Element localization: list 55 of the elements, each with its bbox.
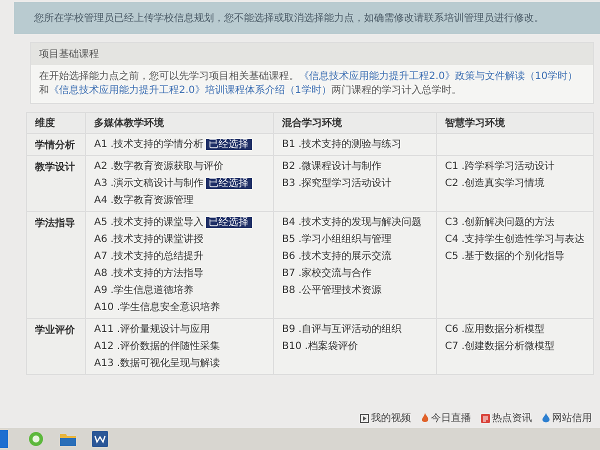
notice-message: 您所在学校管理员已经上传学校信息规划，您不能选择或取消选择能力点，如确需修改请联系培训管理员进行修改。 <box>14 2 600 34</box>
ability-item[interactable]: A8 .技术支持的方法指导 <box>94 268 204 279</box>
dimension-label: 学法指导 <box>35 218 75 229</box>
ability-item[interactable]: B7 .家校交流与合作 <box>282 268 372 279</box>
play-icon <box>360 414 369 422</box>
ability-item[interactable]: A10 .学生信息安全意识培养 <box>94 302 220 313</box>
selected-badge: 已经选择 <box>206 178 252 189</box>
dimension-label: 学情分析 <box>35 140 75 151</box>
ability-item[interactable]: A6 .技术支持的课堂讲授 <box>94 234 204 245</box>
ability-item[interactable]: A12 .评价数据的伴随性采集 <box>94 341 220 352</box>
ability-item[interactable]: A5 .技术支持的课堂导入 <box>94 217 204 228</box>
dimension-label: 教学设计 <box>35 162 75 173</box>
ability-item[interactable]: A9 .学生信息道德培养 <box>94 285 194 296</box>
news-icon <box>481 414 490 422</box>
column-header: 智慧学习环境 <box>436 112 594 134</box>
ability-item[interactable]: B3 .探究型学习活动设计 <box>282 178 392 189</box>
ability-item[interactable]: A3 .演示文稿设计与制作 <box>94 178 204 189</box>
dimension-label: 学业评价 <box>35 325 75 336</box>
course-link[interactable]: 《信息技术应用能力提升工程2.0》政策与文件解读（10学时） <box>299 71 578 82</box>
drop-icon <box>542 413 550 423</box>
ability-item[interactable]: A11 .评价量规设计与应用 <box>94 324 210 335</box>
document-icon[interactable] <box>92 431 108 447</box>
selected-badge: 已经选择 <box>206 139 252 150</box>
ability-item[interactable]: C7 .创建数据分析微模型 <box>445 341 555 352</box>
course-link[interactable]: 《信息技术应用能力提升工程2.0》培训课程体系介绍（1学时） <box>49 85 332 96</box>
column-header: 维度 <box>26 112 86 134</box>
intro-paragraph: 在开始选择能力点之前，您可以先学习项目相关基础课程。《信息技术应用能力提升工程2.0》政策与文件解读（10学时） 和《信息技术应用能力提升工程2.0》培训课程体系介绍（1学时）两门课程的学习计入总学时。 <box>38 70 579 98</box>
column-header: 多媒体教学环境 <box>86 112 274 134</box>
ability-item[interactable]: C2 .创造真实学习情境 <box>445 178 545 189</box>
ability-item[interactable]: A7 .技术支持的总结提升 <box>94 251 204 262</box>
ability-item[interactable]: A13 .数据可视化呈现与解读 <box>94 358 220 369</box>
status-link[interactable]: 网站信用 <box>542 411 592 425</box>
ability-item[interactable]: C3 .创新解决问题的方法 <box>445 217 555 228</box>
ability-item[interactable]: B5 .学习小组组织与管理 <box>282 234 392 245</box>
ability-item[interactable]: B2 .微课程设计与制作 <box>282 161 382 172</box>
ability-item[interactable]: C4 .支持学生创造性学习与表达 <box>445 234 585 245</box>
status-link[interactable]: 热点资讯 <box>481 411 532 425</box>
selected-badge: 已经选择 <box>206 217 252 228</box>
ability-item[interactable]: B6 .技术支持的展示交流 <box>282 251 392 262</box>
status-link[interactable]: 今日直播 <box>421 411 471 425</box>
folder-icon[interactable] <box>60 432 76 446</box>
ability-item[interactable]: B9 .自评与互评活动的组织 <box>282 324 402 335</box>
ability-item[interactable]: C5 .基于数据的个别化指导 <box>445 251 565 262</box>
ability-item[interactable]: B4 .技术支持的发现与解决问题 <box>282 217 422 228</box>
panel-title: 项目基础课程 <box>31 43 593 65</box>
ability-item[interactable]: C1 .跨学科学习活动设计 <box>445 161 555 172</box>
ability-item[interactable]: B10 .档案袋评价 <box>282 341 358 352</box>
ability-item[interactable]: A4 .数字教育资源管理 <box>94 195 194 206</box>
status-link[interactable]: 我的视频 <box>360 411 411 425</box>
ability-item[interactable]: C6 .应用数据分析模型 <box>445 324 545 335</box>
ability-item[interactable]: B8 .公平管理技术资源 <box>282 285 382 296</box>
column-header: 混合学习环境 <box>274 112 437 134</box>
flame-icon <box>421 413 429 423</box>
ability-item[interactable]: A2 .数字教育资源获取与评价 <box>94 161 224 172</box>
ability-item[interactable]: A1 .技术支持的学情分析 <box>94 139 204 150</box>
